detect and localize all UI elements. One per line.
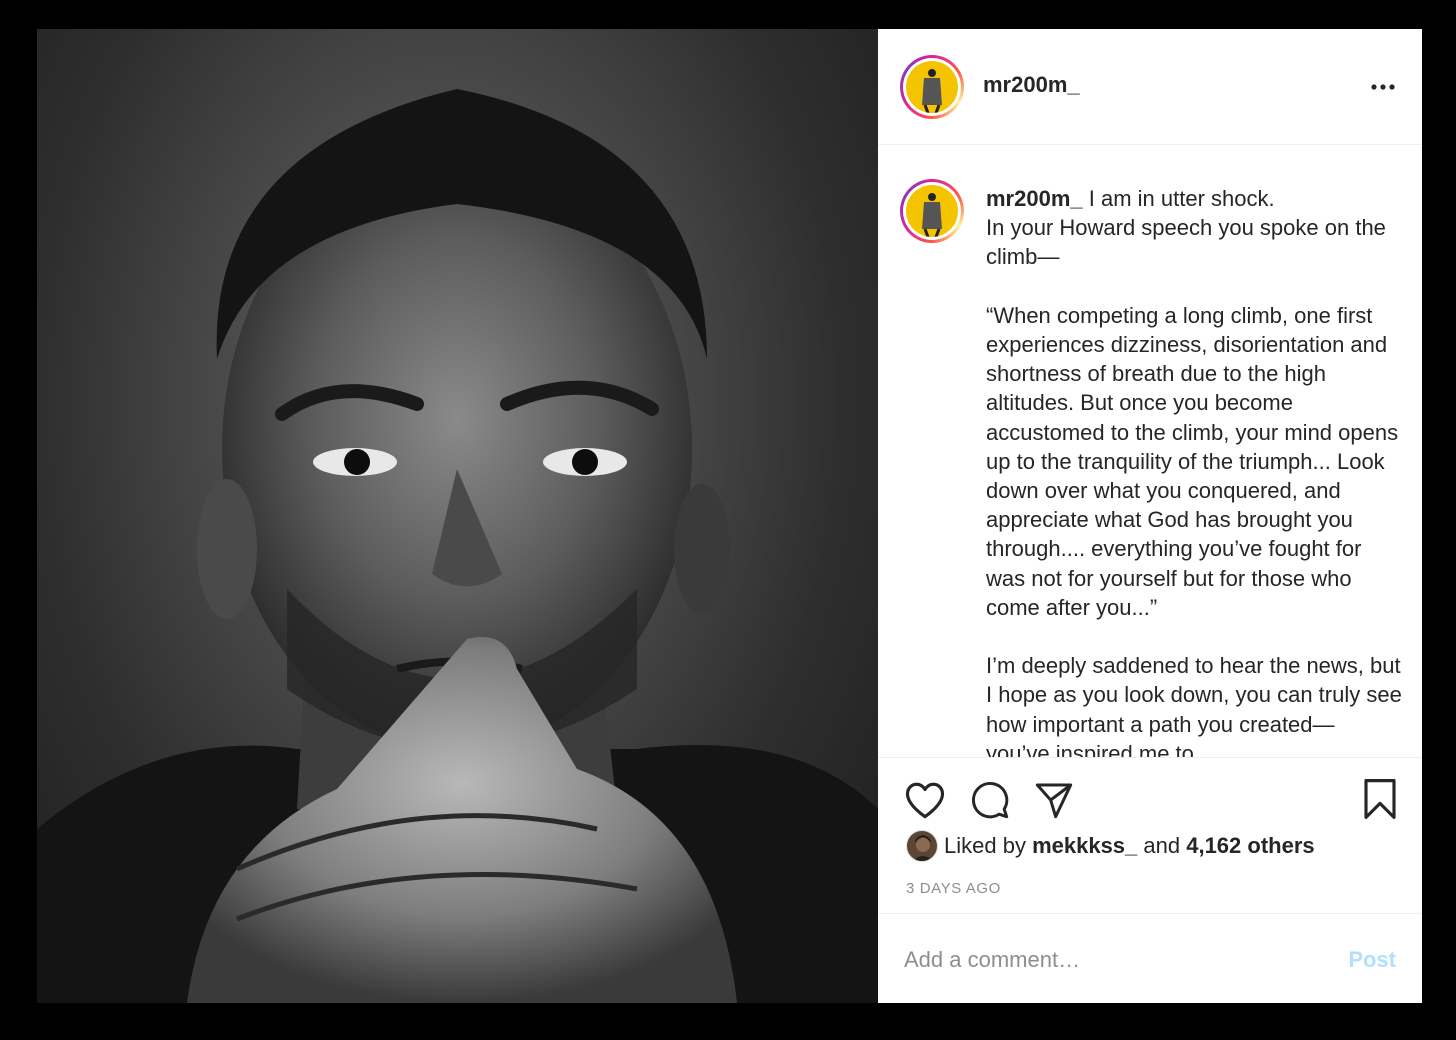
post-photo[interactable]	[37, 29, 878, 1003]
post-actions: Liked by mekkkss_ and 4,162 others 3 DAY…	[878, 757, 1422, 913]
comment-bubble-icon[interactable]	[970, 780, 1010, 820]
liker-username[interactable]: mekkkss_	[1032, 833, 1137, 859]
instagram-post: mr200m_ mr200m_ I am in utter shock. In …	[37, 29, 1422, 1003]
likes-prefix: Liked by	[944, 833, 1033, 858]
post-caption: mr200m_ I am in utter shock. In your How…	[986, 184, 1404, 757]
liker-avatar[interactable]	[906, 830, 938, 862]
post-comment-button[interactable]: Post	[1348, 947, 1396, 973]
comment-bar: Post	[878, 913, 1422, 1003]
heart-icon[interactable]	[904, 780, 946, 820]
author-avatar[interactable]	[900, 55, 964, 119]
more-horizontal-icon[interactable]	[1370, 77, 1396, 97]
caption-section[interactable]: mr200m_ I am in utter shock. In your How…	[878, 146, 1422, 757]
likes-count-link[interactable]: 4,162 others	[1186, 833, 1314, 859]
post-header: mr200m_	[878, 29, 1422, 145]
likes-middle: and	[1137, 833, 1187, 858]
portrait-illustration	[37, 89, 878, 1003]
paper-plane-icon[interactable]	[1034, 780, 1074, 820]
comment-input[interactable]	[904, 944, 1304, 976]
avatar-figure-icon	[922, 69, 942, 113]
caption-username[interactable]: mr200m_	[986, 186, 1083, 211]
author-username[interactable]: mr200m_	[983, 72, 1080, 98]
caption-text: I am in utter shock. In your Howard spee…	[986, 186, 1402, 757]
bookmark-icon[interactable]	[1362, 778, 1398, 820]
likes-summary: Liked by mekkkss_ and 4,162 others	[906, 830, 1315, 862]
avatar-figure-icon	[922, 193, 942, 237]
post-timestamp[interactable]: 3 DAYS AGO	[906, 880, 1001, 897]
caption-avatar[interactable]	[900, 179, 964, 243]
post-side-panel: mr200m_ mr200m_ I am in utter shock. In …	[878, 29, 1422, 1003]
liker-face-icon	[912, 835, 934, 861]
